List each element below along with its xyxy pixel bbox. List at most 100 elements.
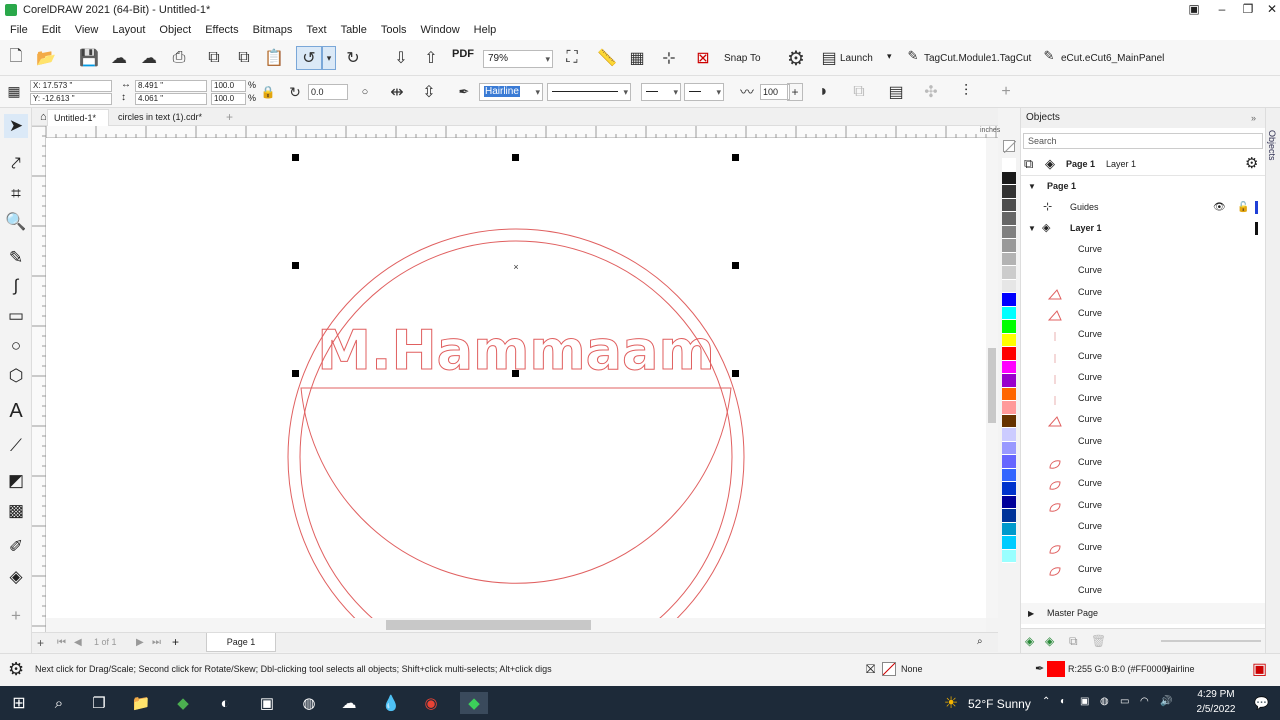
tree-master-page-row[interactable]: ▶ Master Page [1021,603,1266,624]
palette-swatch[interactable] [1002,455,1016,469]
search-icon[interactable]: ⌕ [48,692,70,714]
palette-swatch[interactable] [1002,387,1016,401]
palette-swatch[interactable] [1002,320,1016,334]
cloud-upload-icon[interactable]: ☁ [138,47,160,69]
docker-options-gear-icon[interactable]: ⚙ [1245,154,1258,172]
save-icon[interactable]: 💾 [78,47,100,69]
clock-date[interactable]: 2/5/2022 [1190,704,1242,715]
clock-time[interactable]: 4:29 PM [1190,689,1242,700]
menu-window[interactable]: Window [414,24,467,36]
expand-chevron-down-icon[interactable]: ▼ [1028,218,1036,239]
tray-app-icon[interactable]: ◐ [1060,696,1066,707]
status-settings-gear-icon[interactable]: ⚙ [8,659,24,680]
outline-width-dropdown[interactable]: Hairline [479,83,543,101]
move-icon[interactable]: ⧉ [1069,634,1078,649]
expand-chevron-right-icon[interactable]: ▶ [1028,603,1034,624]
coreldraw-active-taskbar-icon[interactable]: ◆ [460,692,488,714]
object-origin-icon[interactable]: ▦ [3,80,25,102]
palette-swatch[interactable] [1002,522,1016,536]
battery-icon[interactable]: ▭ [1120,696,1129,707]
mirror-vertical-icon[interactable]: ⇳ [418,81,440,103]
full-screen-icon[interactable]: ⛶ [561,47,583,69]
snap-points-icon[interactable]: ✣ [920,81,942,103]
tree-curve-row[interactable]: Curve [1021,473,1266,494]
page-layer-toggle-icon[interactable]: ⧉ [1024,156,1033,172]
import-icon[interactable]: ⇩ [390,47,412,69]
macro-tagcut-button[interactable]: TagCut.Module1.TagCut [924,53,1031,64]
lock-ratio-icon[interactable]: 🔒 [257,81,279,103]
show-guides-icon[interactable]: ⊹ [658,47,680,69]
palette-swatch[interactable] [1002,171,1016,185]
minimize-button[interactable]: – [1208,0,1236,20]
mirror-horizontal-icon[interactable]: ⇹ [386,81,408,103]
palette-swatch[interactable] [1002,239,1016,253]
app-taskbar-icon[interactable]: ☁ [338,692,360,714]
copy-icon[interactable]: ⧉ [233,47,255,69]
freehand-tool-icon[interactable]: ✎ [4,246,28,270]
interactive-fill-tool-icon[interactable]: ◈ [4,565,28,589]
publish-pdf-button[interactable]: PDF [452,48,474,60]
notifications-icon[interactable]: 💬 [1254,696,1269,710]
palette-swatch[interactable] [1002,279,1016,293]
tree-curve-row[interactable]: Curve [1021,452,1266,473]
tree-curve-row[interactable]: Curve [1021,260,1266,281]
eyedropper-tool-icon[interactable]: ✐ [4,535,28,559]
palette-swatch[interactable] [1002,293,1016,307]
menu-bitmaps[interactable]: Bitmaps [246,24,300,36]
tree-curve-row[interactable]: Curve [1021,409,1266,430]
options-gear-icon[interactable]: ⚙ [785,47,807,70]
start-windows-icon[interactable]: ⊞ [8,692,30,714]
drop-shadow-tool-icon[interactable]: ◩ [4,469,28,493]
coreldraw-taskbar-icon[interactable]: ◆ [172,692,194,714]
tree-guides-row[interactable]: ⊹ Guides 👁 🔓 [1021,197,1266,218]
canvas-artwork[interactable]: M.Hammaam × [46,138,986,618]
cloud-download-icon[interactable]: ☁ [108,47,130,69]
y-position-field[interactable]: Y: -12.613 " [30,93,112,105]
palette-swatch[interactable] [1002,225,1016,239]
end-arrow-dropdown[interactable] [684,83,724,101]
transparency-tool-icon[interactable]: ▩ [4,499,28,523]
palette-swatch[interactable] [1002,374,1016,388]
weather-sun-icon[interactable]: ☀ [940,692,962,714]
tree-curve-row[interactable]: Curve [1021,516,1266,537]
chrome-icon[interactable]: ◉ [420,692,442,714]
tree-curve-row[interactable]: Curve [1021,388,1266,409]
export-icon[interactable]: ⇧ [420,47,442,69]
polygon-tool-icon[interactable]: ⬡ [4,364,28,388]
palette-swatch[interactable] [1002,347,1016,361]
redo-icon[interactable]: ↻ [342,47,364,69]
vertical-scroll-thumb[interactable] [988,348,996,423]
tree-curve-row[interactable]: Curve [1021,431,1266,452]
palette-swatch[interactable] [1002,549,1016,563]
nodes-align-icon[interactable]: ⫶ [955,81,977,103]
outer-circle[interactable] [287,228,745,618]
x-position-field[interactable]: X: 17.573 " [30,80,112,92]
palette-swatch[interactable] [1002,509,1016,523]
add-page-after-plus-icon[interactable]: + [172,635,179,649]
scale-y-field[interactable]: 100.0 [211,93,246,105]
menu-text[interactable]: Text [299,24,333,36]
menu-view[interactable]: View [68,24,106,36]
snap-off-icon[interactable]: ⊠ [692,47,714,69]
shape-tool-icon[interactable]: ⤤ [4,152,28,176]
vertical-scrollbar[interactable] [986,138,998,618]
expand-chevron-down-icon[interactable]: ▼ [1028,176,1036,197]
palette-swatch[interactable] [1002,441,1016,455]
tree-curve-row[interactable]: Curve [1021,580,1266,601]
align-distribute-icon[interactable]: ▤ [885,81,907,103]
increase-plus-icon[interactable]: + [787,83,803,101]
show-grid-icon[interactable]: ▦ [626,47,648,69]
menu-object[interactable]: Object [152,24,198,36]
undo-icon[interactable]: ↺ [296,46,322,70]
app-taskbar-icon[interactable]: ◍ [298,692,320,714]
start-arrow-dropdown[interactable] [641,83,681,101]
width-field[interactable]: 8.491 " [135,80,207,92]
tree-curve-row[interactable]: Curve [1021,303,1266,324]
objects-side-tab[interactable]: Objects [1267,130,1277,161]
snap-to-dropdown[interactable]: Snap To [724,53,761,64]
new-layer-icon[interactable]: ◈ [1025,634,1034,648]
wifi-icon[interactable]: ◠ [1140,696,1149,707]
zoom-tool-icon[interactable]: 🔍 [4,210,28,234]
rotation-field[interactable]: 0.0 [308,84,348,100]
palette-swatch[interactable] [1002,198,1016,212]
